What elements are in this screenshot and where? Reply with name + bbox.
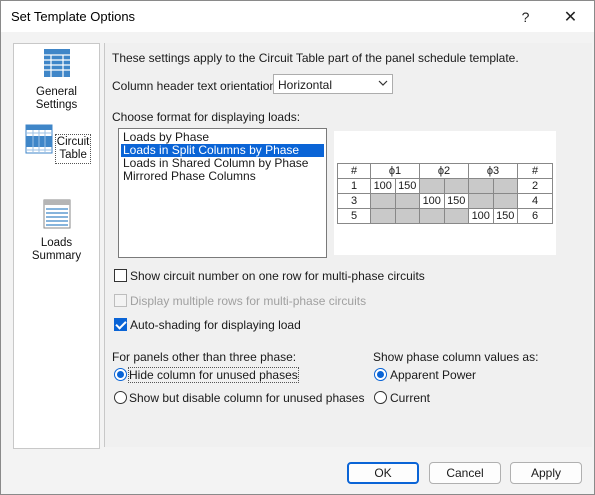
show-disable-column-radio[interactable]: [114, 391, 127, 404]
shaded-cell: [468, 178, 494, 194]
show-circuit-number-label: Show circuit number on one row for multi…: [130, 269, 425, 283]
dialog-window: Set Template Options ? ✕ General Settings: [0, 0, 595, 495]
orientation-label: Column header text orientation:: [112, 79, 280, 93]
format-preview: # ϕ1 ϕ2 ϕ3 # 1 100 150 2 3 100 150 4 5 1…: [334, 131, 556, 255]
nav-label: Loads Summary: [31, 237, 82, 262]
cell: 4: [517, 193, 553, 209]
cell: 100: [468, 208, 494, 224]
cell: 6: [517, 208, 553, 224]
shaded-cell: [394, 208, 420, 224]
hide-column-radio[interactable]: [114, 368, 127, 381]
other-phase-label: For panels other than three phase:: [112, 350, 297, 364]
table-icon: [43, 49, 70, 77]
orientation-dropdown[interactable]: Horizontal: [273, 74, 393, 94]
format-listbox[interactable]: Loads by Phase Loads in Split Columns by…: [118, 128, 327, 258]
show-disable-column-label: Show but disable column for unused phase…: [129, 391, 365, 405]
cell: 1: [337, 178, 371, 194]
header-cell: #: [337, 163, 371, 179]
title-bar: Set Template Options ? ✕: [1, 1, 594, 32]
dialog-title: Set Template Options: [11, 9, 136, 24]
shaded-cell: [492, 178, 518, 194]
summary-table-icon: [43, 199, 70, 229]
shaded-cell: [419, 208, 445, 224]
show-circuit-number-checkbox[interactable]: [114, 269, 127, 282]
cell: 150: [394, 178, 420, 194]
cell: 100: [370, 178, 396, 194]
shaded-cell: [443, 178, 469, 194]
help-button[interactable]: ?: [503, 1, 548, 32]
header-cell: ϕ1: [370, 163, 420, 179]
auto-shading-label: Auto-shading for displaying load: [130, 318, 301, 332]
cell: 100: [419, 193, 445, 209]
shaded-cell: [443, 208, 469, 224]
circuit-table-icon: [25, 124, 53, 154]
nav-item-circuit-table[interactable]: Circuit Table: [14, 124, 99, 164]
display-multiple-rows-label: Display multiple rows for multi-phase ci…: [130, 294, 367, 308]
ok-button[interactable]: OK: [347, 462, 419, 484]
hide-column-label: Hide column for unused phases: [128, 367, 299, 383]
shaded-cell: [492, 193, 518, 209]
nav-item-loads-summary[interactable]: Loads Summary: [14, 199, 99, 263]
preview-header-row: # ϕ1 ϕ2 ϕ3 #: [337, 163, 553, 179]
apparent-power-radio[interactable]: [374, 368, 387, 381]
current-radio[interactable]: [374, 391, 387, 404]
preview-table: # ϕ1 ϕ2 ϕ3 # 1 100 150 2 3 100 150 4 5 1…: [337, 163, 553, 224]
intro-text: These settings apply to the Circuit Tabl…: [112, 51, 519, 65]
cell: 3: [337, 193, 371, 209]
orientation-value: Horizontal: [278, 78, 333, 92]
phase-values-label: Show phase column values as:: [373, 350, 539, 364]
header-cell: ϕ3: [468, 163, 518, 179]
shaded-cell: [370, 208, 396, 224]
cell: 150: [443, 193, 469, 209]
nav-label: Circuit Table: [54, 134, 92, 164]
nav-label: General Settings: [35, 86, 78, 111]
cell: 5: [337, 208, 371, 224]
nav-item-general-settings[interactable]: General Settings: [14, 48, 99, 112]
cell: 150: [492, 208, 518, 224]
header-cell: #: [517, 163, 553, 179]
table-row: 3 100 150 4: [337, 193, 553, 209]
format-label: Choose format for displaying loads:: [112, 110, 301, 124]
cell: 2: [517, 178, 553, 194]
category-panel: General Settings Circuit Table Loads Sum…: [13, 43, 100, 449]
dialog-footer: [1, 453, 594, 494]
header-cell: ϕ2: [419, 163, 469, 179]
close-button[interactable]: ✕: [548, 1, 593, 32]
auto-shading-checkbox[interactable]: [114, 318, 127, 331]
current-label: Current: [390, 391, 431, 405]
shaded-cell: [468, 193, 494, 209]
cancel-button[interactable]: Cancel: [429, 462, 501, 484]
chevron-down-icon: [378, 80, 388, 86]
shaded-cell: [394, 193, 420, 209]
shaded-cell: [419, 178, 445, 194]
shaded-cell: [370, 193, 396, 209]
apply-button[interactable]: Apply: [510, 462, 582, 484]
table-row: 5 100 150 6: [337, 208, 553, 224]
display-multiple-rows-checkbox[interactable]: [114, 294, 127, 307]
list-item[interactable]: Mirrored Phase Columns: [121, 170, 324, 183]
apparent-power-label: Apparent Power: [390, 368, 477, 382]
table-row: 1 100 150 2: [337, 178, 553, 194]
